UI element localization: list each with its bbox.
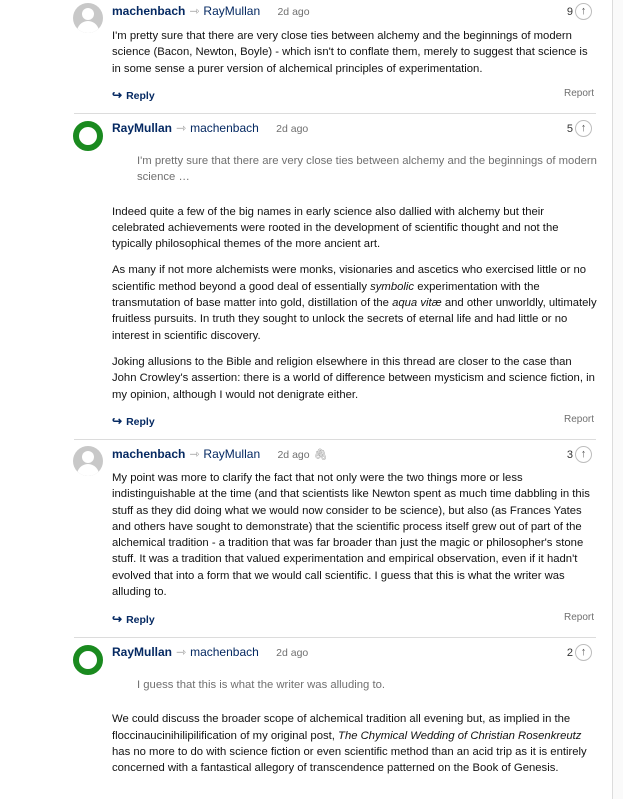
comment-actions: ↪ Reply Report bbox=[112, 414, 596, 428]
avatar[interactable] bbox=[73, 121, 103, 151]
author-name[interactable]: machenbach bbox=[112, 4, 185, 18]
report-link[interactable]: Report bbox=[564, 88, 594, 99]
reply-to-arrow-icon: ⇾ bbox=[176, 121, 187, 135]
recommend-control: 5 ↑ bbox=[567, 120, 592, 137]
avatar[interactable] bbox=[73, 3, 103, 33]
reply-to-arrow-icon: ⇾ bbox=[189, 447, 200, 461]
comment-body: I guess that this is what the writer was… bbox=[112, 677, 598, 786]
reply-arrow-icon: ↪ bbox=[112, 88, 123, 102]
reply-arrow-icon: ↪ bbox=[112, 612, 123, 626]
reply-to-arrow-icon: ⇾ bbox=[189, 4, 200, 18]
reply-arrow-icon: ↪ bbox=[112, 414, 123, 428]
comment-body: I'm pretty sure that there are very clos… bbox=[112, 153, 598, 413]
recommend-arrow-icon[interactable]: ↑ bbox=[575, 3, 592, 20]
recommend-control: 2 ↑ bbox=[567, 644, 592, 661]
avatar[interactable] bbox=[73, 645, 103, 675]
comment-paragraph: My point was more to clarify the fact th… bbox=[112, 472, 590, 599]
comment-header: RayMullan ⇾ machenbach 2d ago bbox=[112, 645, 308, 659]
timestamp[interactable]: 2d ago bbox=[276, 123, 308, 135]
comment-divider bbox=[74, 113, 596, 114]
comment-paragraph: I'm pretty sure that there are very clos… bbox=[112, 30, 588, 75]
recommend-control: 9 ↑ bbox=[567, 3, 592, 20]
comment-actions: ↪ Reply Report bbox=[112, 88, 596, 102]
comment-actions: ↪ Reply Report bbox=[112, 612, 596, 626]
reply-label: Reply bbox=[126, 614, 155, 626]
recommend-count: 9 bbox=[566, 5, 573, 18]
comment-paragraph: Joking allusions to the Bible and religi… bbox=[112, 355, 595, 401]
comment-body: My point was more to clarify the fact th… bbox=[112, 470, 598, 610]
recommend-arrow-icon[interactable]: ↑ bbox=[575, 644, 592, 661]
comment-header: machenbach ⇾ RayMullan 2d ago 🖇 bbox=[112, 447, 328, 461]
timestamp[interactable]: 2d ago bbox=[276, 647, 308, 659]
recommend-arrow-icon[interactable]: ↑ bbox=[575, 120, 592, 137]
recommend-control: 3 ↑ bbox=[567, 446, 592, 463]
recommend-count: 2 bbox=[566, 646, 573, 659]
recipient-name[interactable]: RayMullan bbox=[203, 447, 260, 461]
quoted-text: I'm pretty sure that there are very clos… bbox=[137, 155, 597, 184]
recipient-name[interactable]: machenbach bbox=[190, 121, 259, 135]
recommend-count: 3 bbox=[566, 448, 573, 461]
author-name[interactable]: RayMullan bbox=[112, 645, 172, 659]
reply-to-arrow-icon: ⇾ bbox=[176, 645, 187, 659]
recommend-arrow-icon[interactable]: ↑ bbox=[575, 446, 592, 463]
reply-button[interactable]: ↪ Reply bbox=[112, 88, 155, 102]
comment-divider bbox=[74, 637, 596, 638]
avatar[interactable] bbox=[73, 446, 103, 476]
scrollbar-track[interactable] bbox=[612, 0, 623, 799]
timestamp[interactable]: 2d ago bbox=[277, 449, 309, 461]
timestamp[interactable]: 2d ago bbox=[277, 6, 309, 18]
comment-paragraph: As many if not more alchemists were monk… bbox=[112, 264, 597, 342]
author-name[interactable]: RayMullan bbox=[112, 121, 172, 135]
comment-body: I'm pretty sure that there are very clos… bbox=[112, 28, 598, 87]
author-name[interactable]: machenbach bbox=[112, 447, 185, 461]
comment-divider bbox=[74, 439, 596, 440]
quoted-text: I guess that this is what the writer was… bbox=[137, 679, 386, 691]
report-link[interactable]: Report bbox=[564, 414, 594, 425]
recommend-count: 5 bbox=[566, 122, 573, 135]
comment-paragraph: We could discuss the broader scope of al… bbox=[112, 713, 587, 775]
report-link[interactable]: Report bbox=[564, 612, 594, 623]
comment-header: RayMullan ⇾ machenbach 2d ago bbox=[112, 121, 308, 135]
reply-button[interactable]: ↪ Reply bbox=[112, 414, 155, 428]
reply-label: Reply bbox=[126, 416, 155, 428]
comment-header: machenbach ⇾ RayMullan 2d ago bbox=[112, 4, 310, 18]
reply-button[interactable]: ↪ Reply bbox=[112, 612, 155, 626]
paperclip-icon[interactable]: 🖇 bbox=[314, 449, 328, 461]
recipient-name[interactable]: RayMullan bbox=[203, 4, 260, 18]
comment-paragraph: Indeed quite a few of the big names in e… bbox=[112, 205, 559, 251]
recipient-name[interactable]: machenbach bbox=[190, 645, 259, 659]
reply-label: Reply bbox=[126, 90, 155, 102]
